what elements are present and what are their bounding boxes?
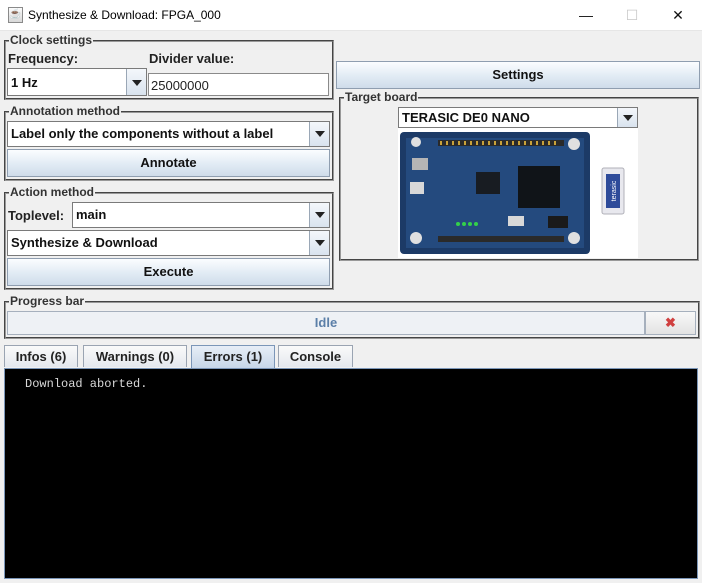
- board-image: terasic: [398, 128, 638, 258]
- action-dropdown[interactable]: Synthesize & Download: [7, 230, 330, 256]
- divider-label: Divider value:: [149, 51, 235, 66]
- toplevel-value: main: [76, 207, 107, 222]
- frequency-value: 1 Hz: [11, 75, 38, 90]
- annotate-button[interactable]: Annotate: [7, 149, 330, 177]
- maximize-button[interactable]: ☐: [609, 0, 655, 31]
- terasic-logo-text: terasic: [611, 180, 618, 201]
- java-app-icon: ☕: [8, 7, 23, 23]
- progress-bar: Idle: [7, 311, 645, 335]
- divider-value-field[interactable]: 25000000: [148, 73, 329, 96]
- progress-bar-legend: Progress bar: [9, 294, 86, 308]
- annotation-method-legend: Annotation method: [9, 104, 121, 118]
- toplevel-label: Toplevel:: [8, 208, 65, 223]
- target-board-dropdown[interactable]: TERASIC DE0 NANO: [398, 107, 638, 128]
- frequency-label: Frequency:: [8, 51, 79, 66]
- window-title: Synthesize & Download: FPGA_000: [28, 8, 221, 22]
- cancel-icon[interactable]: ✖: [645, 311, 696, 335]
- console-line: Download aborted.: [25, 377, 148, 391]
- title-bar[interactable]: ☕ Synthesize & Download: FPGA_000 — ☐ ✕: [0, 0, 702, 31]
- execute-button[interactable]: Execute: [7, 258, 330, 286]
- target-board-value: TERASIC DE0 NANO: [402, 110, 530, 125]
- tab-warnings[interactable]: Warnings (0): [83, 345, 187, 367]
- toplevel-dropdown[interactable]: main: [72, 202, 330, 228]
- action-method-legend: Action method: [9, 185, 95, 199]
- console-output[interactable]: Download aborted.: [4, 368, 698, 579]
- action-value: Synthesize & Download: [11, 235, 158, 250]
- tab-infos[interactable]: Infos (6): [4, 345, 78, 367]
- settings-button[interactable]: Settings: [336, 61, 700, 89]
- annotation-method-value: Label only the components without a labe…: [11, 126, 274, 141]
- fpga-board-icon: terasic: [398, 128, 638, 258]
- tab-errors[interactable]: Errors (1): [191, 345, 275, 368]
- frequency-dropdown[interactable]: 1 Hz: [7, 68, 147, 96]
- chevron-down-icon: [309, 203, 329, 227]
- annotation-method-dropdown[interactable]: Label only the components without a labe…: [7, 121, 330, 147]
- chevron-down-icon: [309, 122, 329, 146]
- chevron-down-icon: [126, 69, 146, 95]
- clock-settings-legend: Clock settings: [9, 33, 94, 47]
- tab-console[interactable]: Console: [278, 345, 353, 367]
- chevron-down-icon: [617, 108, 637, 127]
- chevron-down-icon: [309, 231, 329, 255]
- target-board-legend: Target board: [344, 90, 419, 104]
- close-button[interactable]: ✕: [655, 0, 701, 31]
- minimize-button[interactable]: —: [563, 0, 609, 31]
